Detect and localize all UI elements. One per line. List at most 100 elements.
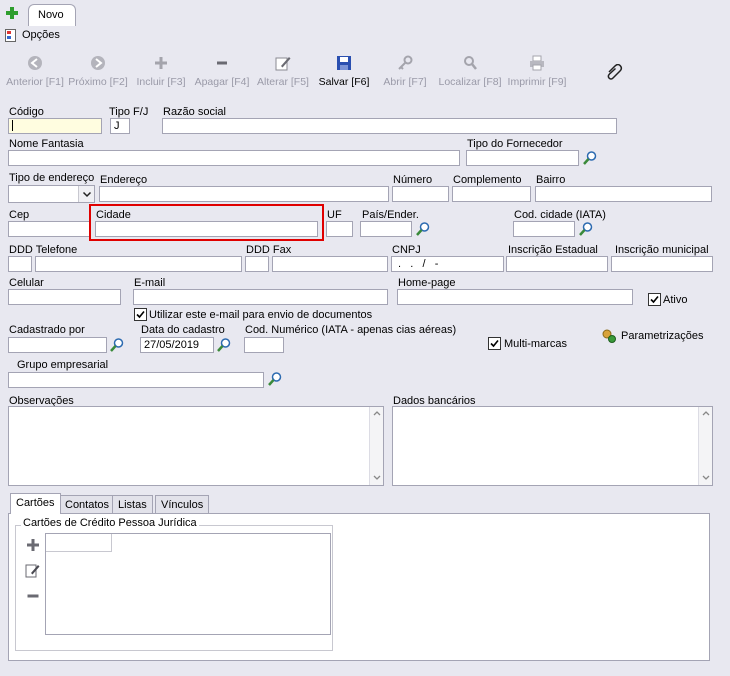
arrow-left-icon: [28, 56, 42, 70]
telefone-field[interactable]: [35, 256, 242, 272]
data-cadastro-field[interactable]: 27/05/2019: [140, 337, 214, 353]
tab-vinculos[interactable]: Vínculos: [155, 495, 210, 513]
tab-vinculos-label: Vínculos: [161, 499, 204, 511]
localizar-button[interactable]: Localizar [F8]: [437, 52, 503, 92]
cadastrado-por-field[interactable]: [8, 337, 107, 353]
utilizar-email-checkbox[interactable]: [134, 308, 147, 321]
edit-card-icon[interactable]: [25, 562, 41, 578]
cartoes-list-header-cell: [46, 534, 112, 552]
nome-fantasia-label: Nome Fantasia: [9, 138, 84, 150]
codigo-label: Código: [9, 106, 44, 118]
anterior-label: Anterior [F1]: [6, 76, 64, 88]
dados-bancarios-scrollbar[interactable]: [698, 407, 712, 485]
cod-cidade-field[interactable]: [513, 221, 575, 237]
inscricao-municipal-field[interactable]: [611, 256, 713, 272]
ddd-telefone-label: DDD Telefone: [9, 244, 78, 256]
add-card-icon[interactable]: [26, 538, 40, 552]
bairro-field[interactable]: [535, 186, 712, 202]
cod-cidade-lookup-icon[interactable]: [578, 221, 594, 237]
tipo-fj-label: Tipo F/J: [109, 106, 149, 118]
tab-novo[interactable]: Novo: [28, 4, 76, 26]
salvar-button[interactable]: Salvar [F6]: [316, 52, 372, 92]
uf-field[interactable]: [326, 221, 353, 237]
abrir-label: Abrir [F7]: [383, 76, 427, 88]
numero-field[interactable]: [392, 186, 449, 202]
key-icon: [398, 55, 413, 70]
attachment-icon[interactable]: [605, 63, 623, 82]
grupo-empresarial-lookup-icon[interactable]: [267, 371, 283, 387]
razao-social-field[interactable]: [162, 118, 617, 134]
parametrizacoes-button[interactable]: Parametrizações: [601, 328, 705, 346]
cod-numerico-field[interactable]: [244, 337, 284, 353]
ddd-telefone-field[interactable]: [8, 256, 32, 272]
complemento-field[interactable]: [452, 186, 531, 202]
ddd-fax-field[interactable]: [245, 256, 269, 272]
add-tab-icon[interactable]: [5, 6, 19, 20]
tipo-fornecedor-field[interactable]: [466, 150, 579, 166]
scroll-down-icon[interactable]: [701, 474, 711, 482]
endereco-field[interactable]: [99, 186, 389, 202]
observacoes-textarea[interactable]: [8, 406, 384, 486]
scroll-up-icon[interactable]: [372, 409, 382, 417]
cartoes-list[interactable]: [45, 533, 331, 635]
alterar-button[interactable]: Alterar [F5]: [256, 52, 310, 92]
endereco-label: Endereço: [100, 174, 148, 186]
cadastrado-por-lookup-icon[interactable]: [109, 337, 125, 353]
bairro-label: Bairro: [536, 174, 566, 186]
tab-cartoes[interactable]: Cartões: [10, 493, 61, 514]
incluir-button[interactable]: Incluir [F3]: [134, 52, 188, 92]
codigo-field[interactable]: [8, 118, 102, 134]
razao-social-label: Razão social: [163, 106, 226, 118]
top-tab-strip: Novo: [0, 0, 730, 27]
fax-field[interactable]: [272, 256, 388, 272]
nome-fantasia-field[interactable]: [8, 150, 460, 166]
celular-label: Celular: [9, 277, 44, 289]
cod-numerico-label: Cod. Numérico (IATA - apenas cias aéreas…: [245, 324, 457, 336]
alterar-label: Alterar [F5]: [257, 76, 309, 88]
pais-lookup-icon[interactable]: [415, 221, 431, 237]
plus-icon: [155, 57, 167, 69]
tab-listas-label: Listas: [118, 499, 147, 511]
scroll-up-icon[interactable]: [701, 409, 711, 417]
ddd-fax-label: DDD Fax: [246, 244, 292, 256]
find-icon: [464, 56, 477, 70]
imprimir-label: Imprimir [F9]: [507, 76, 567, 88]
grupo-empresarial-field[interactable]: [8, 372, 264, 388]
cep-field[interactable]: [8, 221, 90, 237]
cod-cidade-label: Cod. cidade (IATA): [514, 209, 606, 221]
proximo-button[interactable]: Próximo [F2]: [67, 52, 129, 92]
email-field[interactable]: [133, 289, 388, 305]
chevron-down-icon[interactable]: [78, 186, 94, 202]
pais-field[interactable]: [360, 221, 412, 237]
multimarcas-checkbox[interactable]: [488, 337, 501, 350]
homepage-field[interactable]: [397, 289, 633, 305]
cep-label: Cep: [9, 209, 30, 221]
data-cadastro-lookup-icon[interactable]: [216, 337, 232, 353]
abrir-button[interactable]: Abrir [F7]: [380, 52, 430, 92]
utilizar-email-label: Utilizar este e-mail para envio de docum…: [149, 309, 373, 321]
anterior-button[interactable]: Anterior [F1]: [5, 52, 65, 92]
tab-contatos-label: Contatos: [65, 499, 110, 511]
inscricao-estadual-field[interactable]: [506, 256, 608, 272]
imprimir-button[interactable]: Imprimir [F9]: [506, 52, 568, 92]
tab-novo-label: Novo: [38, 9, 64, 21]
multimarcas-label: Multi-marcas: [504, 338, 567, 350]
remove-card-icon[interactable]: [26, 589, 40, 603]
tab-listas[interactable]: Listas: [112, 495, 153, 513]
apagar-label: Apagar [F4]: [194, 76, 250, 88]
tipo-endereco-label: Tipo de endereço: [9, 172, 95, 184]
options-icon: [5, 29, 16, 42]
pais-label: País/Ender.: [362, 209, 419, 221]
tipo-fj-field[interactable]: J: [110, 118, 130, 134]
ativo-checkbox[interactable]: [648, 293, 661, 306]
observacoes-scrollbar[interactable]: [369, 407, 383, 485]
dados-bancarios-textarea[interactable]: [392, 406, 713, 486]
proximo-label: Próximo [F2]: [68, 76, 128, 88]
localizar-label: Localizar [F8]: [438, 76, 502, 88]
apagar-button[interactable]: Apagar [F4]: [192, 52, 252, 92]
tab-contatos[interactable]: Contatos: [59, 495, 116, 513]
cnpj-field[interactable]: . . / -: [391, 256, 504, 272]
scroll-down-icon[interactable]: [372, 474, 382, 482]
tipo-fornecedor-lookup-icon[interactable]: [582, 150, 598, 166]
celular-field[interactable]: [8, 289, 121, 305]
